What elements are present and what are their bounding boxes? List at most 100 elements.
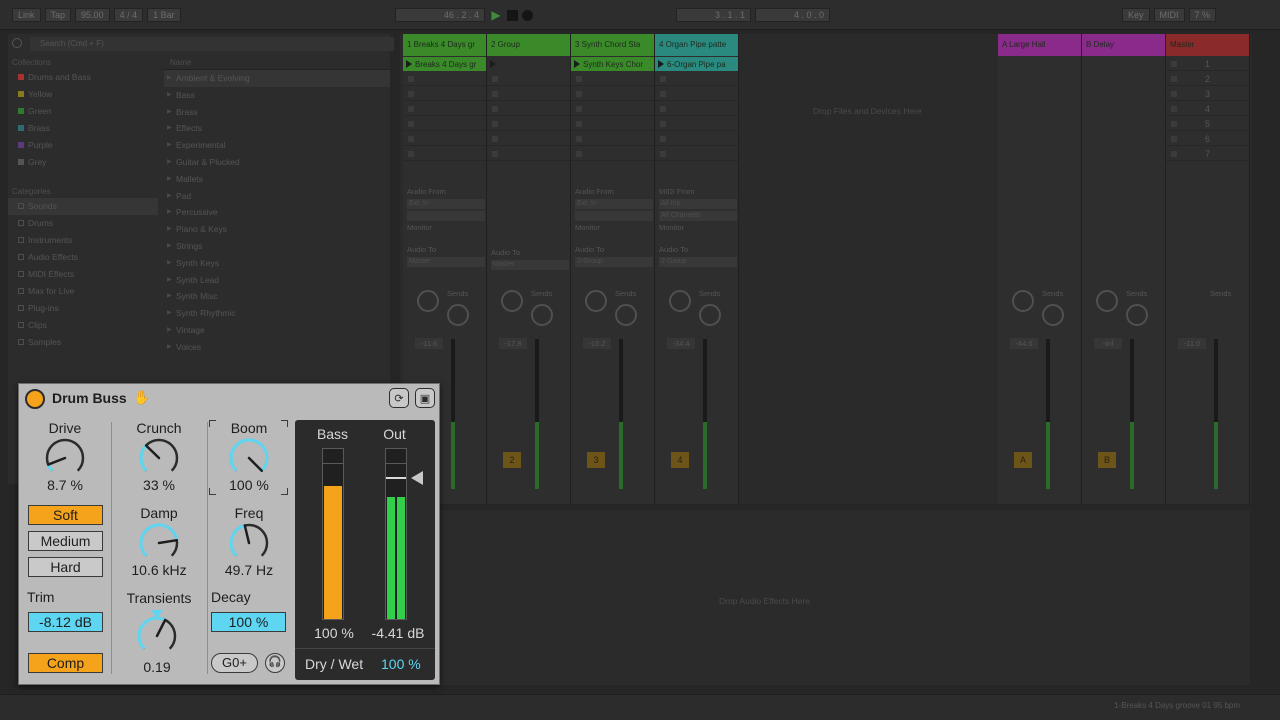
- collection-item[interactable]: Brass: [8, 120, 158, 137]
- browser-folder-item[interactable]: Vintage: [164, 322, 390, 339]
- input-type-select[interactable]: All Ins: [659, 199, 737, 209]
- browser-folder-item[interactable]: Effects: [164, 120, 390, 137]
- browser-folder-item[interactable]: Mallets: [164, 171, 390, 188]
- clip-launch-icon[interactable]: [406, 60, 412, 68]
- empty-clip-slot[interactable]: [403, 132, 486, 146]
- volume-readout[interactable]: -17.8: [499, 338, 527, 349]
- browser-folder-item[interactable]: Experimental: [164, 137, 390, 154]
- output-routing-select[interactable]: Master: [407, 257, 485, 267]
- category-item[interactable]: Sounds: [8, 198, 158, 215]
- dry-wet-value[interactable]: 100 %: [381, 656, 421, 672]
- crunch-knob[interactable]: [136, 438, 182, 478]
- damp-knob[interactable]: [136, 523, 182, 563]
- empty-clip-slot[interactable]: [403, 147, 486, 161]
- track-activator-button[interactable]: A: [1014, 452, 1032, 468]
- track-title[interactable]: 2 Group: [487, 34, 570, 56]
- play-icon[interactable]: ▶: [489, 8, 503, 22]
- send-b-knob[interactable]: [615, 304, 637, 326]
- track-activator-button[interactable]: 2: [503, 452, 521, 468]
- clip-launch-icon[interactable]: [658, 60, 664, 68]
- category-item[interactable]: Samples: [8, 334, 158, 351]
- device-power-toggle[interactable]: [25, 389, 45, 409]
- master-title[interactable]: Master: [1166, 34, 1249, 56]
- empty-clip-slot[interactable]: [403, 117, 486, 131]
- empty-clip-slot[interactable]: [403, 102, 486, 116]
- empty-clip-slot[interactable]: [655, 132, 738, 146]
- quantize-select[interactable]: 1 Bar: [147, 8, 181, 22]
- input-type-select[interactable]: Ext. In: [407, 199, 485, 209]
- input-channel-select[interactable]: [407, 211, 485, 221]
- browser-folder-item[interactable]: Pad: [164, 188, 390, 205]
- track-activator-button[interactable]: 4: [671, 452, 689, 468]
- empty-clip-slot[interactable]: [655, 87, 738, 101]
- send-a-knob[interactable]: [501, 290, 523, 312]
- freq-knob[interactable]: [226, 523, 272, 563]
- return-title[interactable]: B Delay: [1082, 34, 1165, 56]
- browser-folder-item[interactable]: Bass: [164, 87, 390, 104]
- browser-folder-item[interactable]: Piano & Keys: [164, 221, 390, 238]
- send-b-knob[interactable]: [531, 304, 553, 326]
- bpm-field[interactable]: 95.00: [75, 8, 110, 22]
- track-title[interactable]: 4 Organ Pipe patte: [655, 34, 738, 56]
- save-preset-icon[interactable]: ▣: [415, 388, 435, 408]
- scene-launch-button[interactable]: 5: [1166, 117, 1249, 131]
- empty-clip-slot[interactable]: [571, 102, 654, 116]
- collection-item[interactable]: Yellow: [8, 86, 158, 103]
- track-activator-button[interactable]: B: [1098, 452, 1116, 468]
- scene-launch-button[interactable]: 4: [1166, 102, 1249, 116]
- browser-folder-item[interactable]: Synth Rhythmic: [164, 305, 390, 322]
- audition-go-button[interactable]: G0+: [211, 653, 258, 673]
- drive-mode-soft-button[interactable]: Soft: [28, 505, 103, 525]
- clip-launch-icon[interactable]: [490, 60, 496, 68]
- input-channel-select[interactable]: [575, 211, 653, 221]
- midi-map-button[interactable]: MIDI: [1153, 8, 1185, 22]
- send-a-knob[interactable]: [669, 290, 691, 312]
- browser-folder-item[interactable]: Voices: [164, 339, 390, 356]
- empty-clip-slot[interactable]: [571, 72, 654, 86]
- comp-button[interactable]: Comp: [28, 653, 103, 673]
- browser-folder-item[interactable]: Strings: [164, 238, 390, 255]
- category-item[interactable]: Max for Live: [8, 283, 158, 300]
- send-b-knob[interactable]: [1042, 304, 1064, 326]
- category-item[interactable]: Instruments: [8, 232, 158, 249]
- loop-start-field[interactable]: 3 . 1 . 1: [676, 8, 751, 22]
- signature-field[interactable]: 4 / 4: [113, 8, 144, 22]
- drive-mode-hard-button[interactable]: Hard: [28, 557, 103, 577]
- clip-slot[interactable]: [487, 57, 570, 71]
- category-item[interactable]: Audio Effects: [8, 249, 158, 266]
- volume-readout[interactable]: -Inf: [1094, 338, 1122, 349]
- key-map-button[interactable]: Key: [1122, 8, 1150, 22]
- tap-button[interactable]: Tap: [44, 8, 72, 22]
- track-title[interactable]: 3 Synth Chord Sta: [571, 34, 654, 56]
- scene-launch-button[interactable]: 3: [1166, 87, 1249, 101]
- empty-clip-slot[interactable]: [571, 147, 654, 161]
- output-gain-slider[interactable]: [411, 470, 423, 485]
- input-type-select[interactable]: Ext. In: [575, 199, 653, 209]
- record-icon[interactable]: [522, 9, 533, 21]
- link-button[interactable]: Link: [12, 8, 41, 22]
- volume-readout[interactable]: -34.4: [667, 338, 695, 349]
- browser-folder-item[interactable]: Guitar & Plucked: [164, 154, 390, 171]
- empty-clip-slot[interactable]: [487, 87, 570, 101]
- volume-readout[interactable]: -11.6: [415, 338, 443, 349]
- send-a-knob[interactable]: [1096, 290, 1118, 312]
- trim-field[interactable]: -8.12 dB: [28, 612, 103, 632]
- collection-item[interactable]: Grey: [8, 154, 158, 171]
- empty-clip-slot[interactable]: [403, 72, 486, 86]
- empty-clip-slot[interactable]: [571, 132, 654, 146]
- empty-clip-slot[interactable]: [487, 117, 570, 131]
- clip-launch-icon[interactable]: [574, 60, 580, 68]
- track-activator-button[interactable]: 3: [587, 452, 605, 468]
- output-routing-select[interactable]: Master: [491, 260, 569, 270]
- browser-folder-item[interactable]: Percussive: [164, 204, 390, 221]
- clip-slot[interactable]: Synth Keys Chor: [571, 57, 654, 71]
- empty-clip-slot[interactable]: [655, 102, 738, 116]
- category-item[interactable]: MIDI Effects: [8, 266, 158, 283]
- scene-launch-button[interactable]: 6: [1166, 132, 1249, 146]
- browser-folder-item[interactable]: Synth Misc: [164, 288, 390, 305]
- drive-mode-medium-button[interactable]: Medium: [28, 531, 103, 551]
- output-routing-select[interactable]: 2-Group: [575, 257, 653, 267]
- empty-clip-slot[interactable]: [487, 102, 570, 116]
- empty-clip-slot[interactable]: [571, 87, 654, 101]
- empty-clip-slot[interactable]: [571, 117, 654, 131]
